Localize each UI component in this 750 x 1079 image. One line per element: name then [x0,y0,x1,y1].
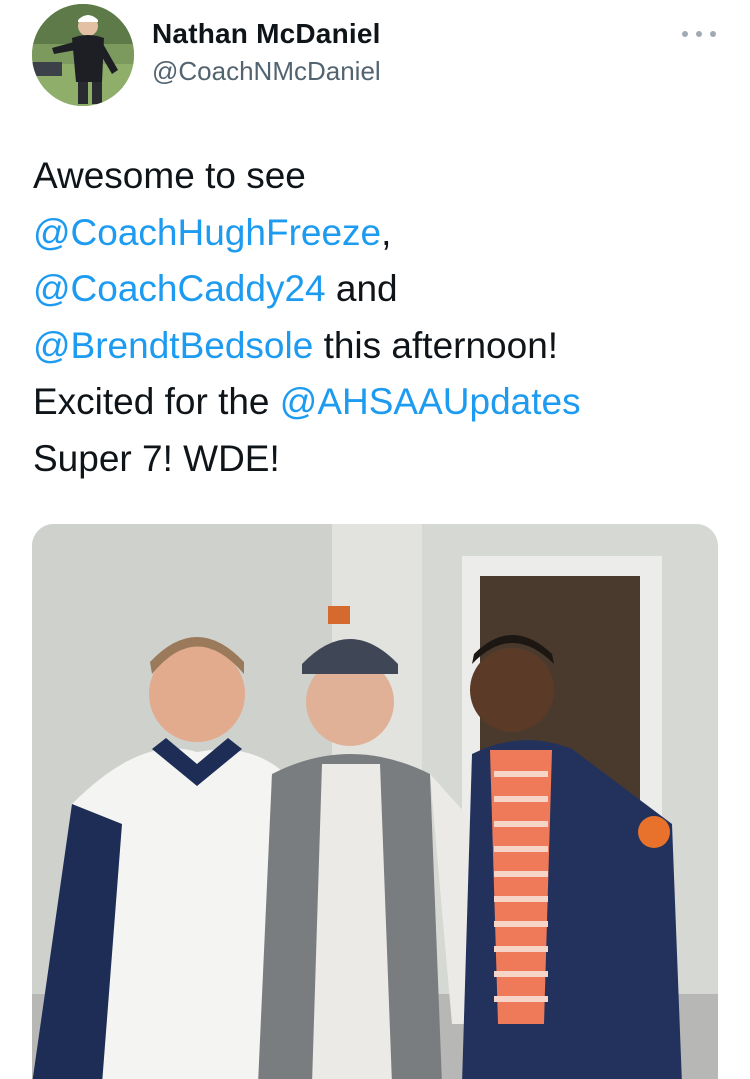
tweet-text-line: Super 7! WDE! [33,431,723,488]
avatar[interactable] [32,4,134,106]
tweet-text-line: Excited for the @AHSAAUpdates [33,374,723,431]
tweet-text-line: @CoachCaddy24 and [33,261,723,318]
tweet-text-segment: Excited for the [33,381,280,422]
tweet-text-segment: this afternoon! [313,324,559,366]
tweet-text-line: Awesome to see [33,148,723,205]
tweet-text-segment: Awesome to see [33,155,306,196]
tweet-text-segment: and [325,268,398,309]
more-horizontal-icon[interactable] [682,26,716,42]
tweet-text: Awesome to see @CoachHughFreeze, @CoachCad… [33,148,723,487]
mention-link[interactable]: @BrendtBedsole [33,325,313,366]
mention-link[interactable]: @AHSAAUpdates [280,381,581,422]
tweet-text-line: @BrendtBedsole this afternoon! [33,318,723,375]
tweet-photo[interactable] [32,524,718,1079]
display-name[interactable]: Nathan McDaniel [152,18,381,50]
dot [682,31,688,37]
user-names[interactable]: Nathan McDaniel @CoachNMcDaniel [152,18,381,87]
dot [710,31,716,37]
user-handle[interactable]: @CoachNMcDaniel [152,56,381,87]
tweet-text-segment: Super 7! WDE! [33,437,280,479]
tweet-text-line: @CoachHughFreeze, [33,205,723,262]
tweet-text-segment: , [381,211,392,253]
mention-link[interactable]: @CoachHughFreeze [33,212,381,253]
tweet: Nathan McDaniel @CoachNMcDaniel Awesome … [0,0,750,1079]
mention-link[interactable]: @CoachCaddy24 [33,268,326,309]
photo-image [32,524,718,1079]
dot [696,31,702,37]
avatar-image [32,4,134,106]
